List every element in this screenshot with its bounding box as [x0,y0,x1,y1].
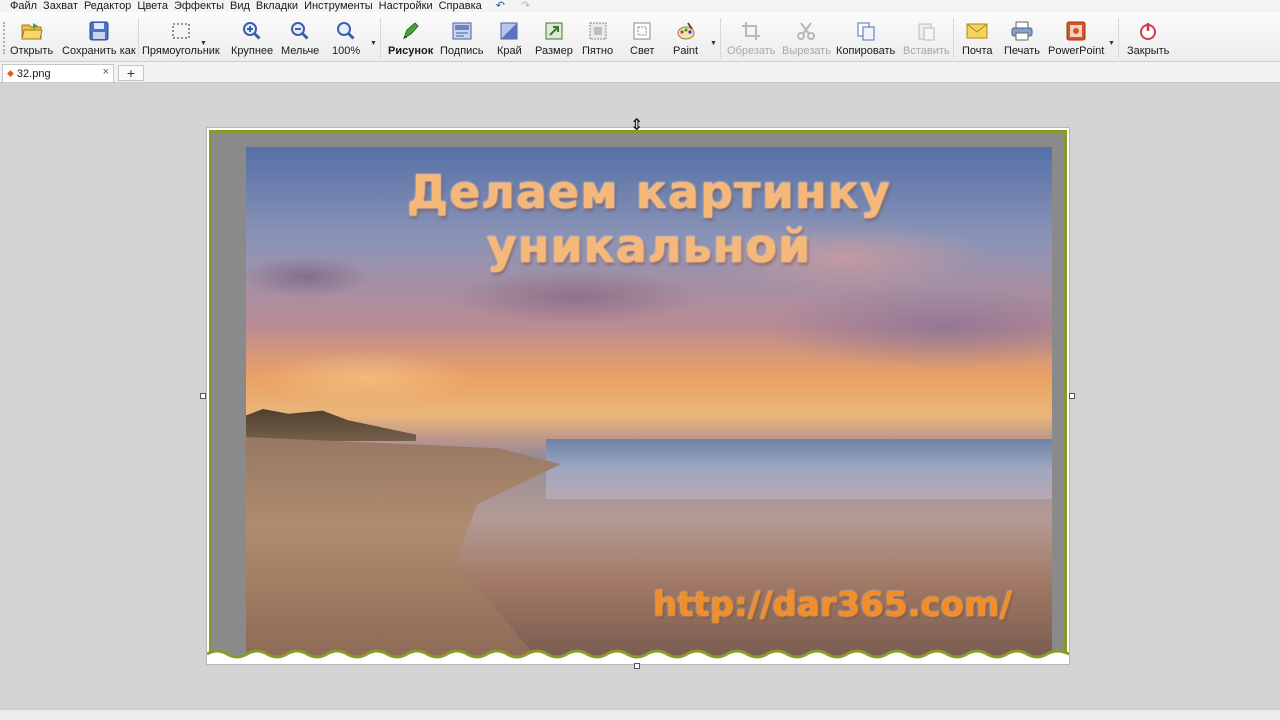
light-icon [631,20,653,42]
spot-button[interactable]: Пятно [582,14,613,60]
crop-icon [740,20,762,42]
toolbar-separator [138,18,139,58]
zoom-out-button[interactable]: Мельче [281,14,319,60]
floppy-disk-icon [88,20,110,42]
crop-button: Обрезать [727,14,776,60]
menu-editor[interactable]: Редактор [84,0,131,12]
scissors-icon [795,20,817,42]
image-url-text: http://dar365.com/ [653,585,1012,625]
menu-colors[interactable]: Цвета [137,0,168,12]
mail-button[interactable]: Почта [962,14,993,60]
copy-button[interactable]: Копировать [836,14,895,60]
horizontal-scrollbar[interactable] [0,709,1280,720]
light-button[interactable]: Свет [630,14,654,60]
chevron-down-icon[interactable]: ▼ [200,40,207,47]
print-button[interactable]: Печать [1004,14,1040,60]
menu-effects[interactable]: Эффекты [174,0,224,12]
tab-close-icon[interactable]: × [103,66,109,78]
redo-icon: ↷ [520,0,531,12]
rectangular-selection-button[interactable]: Прямоугольник [142,14,220,60]
zoom-in-button[interactable]: Крупнее [231,14,273,60]
sea-layer [546,439,1052,499]
torn-edge-effect [207,649,1069,664]
spot-icon [587,20,609,42]
resize-handle-right[interactable] [1069,393,1075,399]
chevron-down-icon[interactable]: ▼ [370,40,377,47]
resize-button[interactable]: Размер [535,14,573,60]
zoom-level-button[interactable]: 100% [332,14,360,60]
edge-button[interactable]: Край [497,14,522,60]
save-as-button[interactable]: Сохранить как [62,14,136,60]
toolbar-grip[interactable] [3,22,5,54]
paste-icon [915,20,937,42]
paint-button[interactable]: Paint [673,14,698,60]
resize-cursor-icon: ⇕ [630,117,644,134]
powerpoint-icon [1065,20,1087,42]
power-icon [1137,20,1159,42]
new-tab-button[interactable]: + [118,65,144,81]
menu-file[interactable]: Файл [10,0,37,12]
zoom-out-icon [289,20,311,42]
rectangle-selection-icon [170,20,192,42]
menu-capture[interactable]: Захват [43,0,78,12]
image-title-text: Делаем картинку уникальной [407,165,891,273]
menu-tabs[interactable]: Вкладки [256,0,298,12]
toolbar-separator [720,18,721,58]
beach-sunset-photo: Делаем картинку уникальной http://dar365… [246,147,1052,662]
zoom-in-icon [241,20,263,42]
toolbar-separator [380,18,381,58]
tab-label: 32.png [16,67,51,80]
toolbar: Открыть Сохранить как Прямоугольник ▼ Кр… [0,12,1280,62]
tab-strip: ◆ 32.png × + [0,62,1280,83]
resize-icon [543,20,565,42]
toolbar-separator [953,18,954,58]
powerpoint-button[interactable]: PowerPoint [1048,14,1104,60]
cut-button: Вырезать [782,14,831,60]
open-button[interactable]: Открыть [10,14,53,60]
paste-button: Вставить [903,14,950,60]
menu-help[interactable]: Справка [439,0,482,12]
menu-tools[interactable]: Инструменты [304,0,373,12]
modified-dot-icon: ◆ [7,68,14,78]
magnifier-icon [335,20,357,42]
envelope-icon [966,20,988,42]
folder-open-icon [20,20,43,42]
printer-icon [1011,20,1033,42]
menu-settings[interactable]: Настройки [379,0,433,12]
menu-view[interactable]: Вид [230,0,250,12]
close-button[interactable]: Закрыть [1127,14,1169,60]
resize-handle-bottom[interactable] [634,663,640,669]
caption-button[interactable]: Подпись [440,14,484,60]
chevron-down-icon[interactable]: ▼ [710,40,717,47]
tab-32-png[interactable]: ◆ 32.png × [2,64,114,82]
edge-effect-icon [498,20,520,42]
copy-icon [855,20,877,42]
menu-bar: Файл Захват Редактор Цвета Эффекты Вид В… [0,0,1280,12]
drawing-icon [400,20,422,42]
image-canvas[interactable]: Делаем картинку уникальной http://dar365… [207,128,1069,664]
drawing-button[interactable]: Рисунок [388,14,433,60]
chevron-down-icon[interactable]: ▼ [1108,40,1115,47]
paint-palette-icon [675,20,697,42]
caption-icon [451,20,473,42]
toolbar-separator [1118,18,1119,58]
resize-handle-left[interactable] [200,393,206,399]
undo-icon[interactable]: ↶ [496,0,505,12]
